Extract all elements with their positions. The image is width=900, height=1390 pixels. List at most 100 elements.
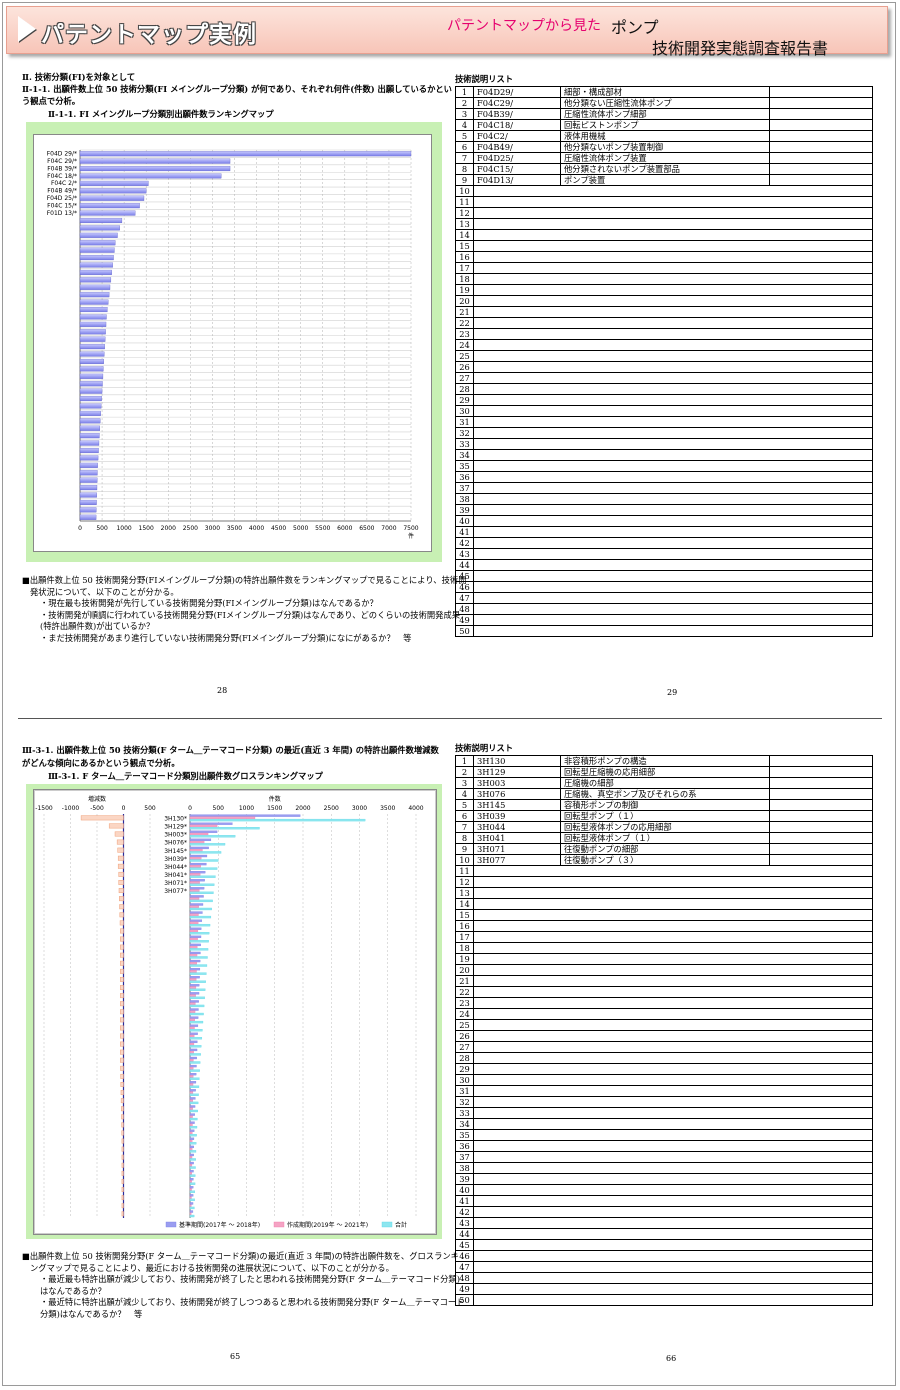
row-number: 29 [455,394,474,406]
bar [189,1056,197,1060]
tech-code [473,975,561,987]
tech-description [560,1151,770,1163]
bar [79,225,120,231]
bar [189,883,215,886]
bar [189,1069,200,1072]
list-row: 41 [455,526,873,538]
row-number: 46 [455,581,474,593]
tech-description [560,953,770,965]
x-axis-label: 件 [408,532,414,540]
bar [79,329,106,335]
row-number: 21 [455,975,474,987]
list-row: 6 3H039 回転型ポンプ（１） [455,810,873,822]
bar [79,173,222,179]
x-tick-label: 2500 [183,525,198,532]
list-row: 11 [455,865,873,877]
tech-notes [769,1250,873,1262]
tech-list-table: 1 F04D29/細部・構成部材 2 F04C29/他分類ない圧縮性流体ポンプ 3 F04… [455,86,873,637]
tech-description: 回転型圧縮機の応用細部 [560,766,770,778]
tech-code: 3H041 [473,832,561,844]
bar [189,927,202,930]
list-row: 42 [455,1206,873,1218]
bar [189,1020,204,1024]
x-tick-label: 4000 [408,805,423,812]
tech-description [560,460,770,472]
tech-description [560,482,770,494]
tech-description [560,273,770,285]
bar [189,1101,199,1105]
list-row: 4 3H076 圧縮機、真空ポンプ及びそれらの系 [455,788,873,800]
bar [189,1134,197,1137]
tech-code [473,986,561,998]
bar [189,1016,199,1019]
tech-notes [769,526,873,538]
bar [189,1034,195,1038]
x-tick-label: 5000 [293,525,308,532]
diff-bar [120,968,124,974]
tech-description [560,1096,770,1108]
bar [189,1123,193,1127]
bar [189,1147,193,1151]
list-row: 49 [455,1283,873,1295]
tech-code [473,262,561,274]
diff-bar [121,1122,124,1128]
diff-bar [121,1162,124,1168]
tech-description [560,218,770,230]
tech-description [560,570,770,582]
description-line: (特許出願件数)が出ているか？ [40,621,155,631]
tech-code [473,1008,561,1020]
bar [79,477,98,483]
x-tick-label: 6000 [337,525,352,532]
diff-bar [119,896,124,902]
bar [189,1109,198,1113]
row-number: 14 [455,229,474,241]
list-row: 40 [455,1184,873,1196]
tech-code [473,218,561,230]
diff-bar [121,1146,124,1152]
page-number-right: 66 [666,1354,677,1363]
tech-notes [769,218,873,230]
list-row: 28 [455,383,873,395]
bar [189,1032,198,1035]
row-number: 40 [455,515,474,527]
bar [189,830,218,833]
row-number: 24 [455,1008,474,1020]
bar [189,1091,194,1094]
tech-notes [769,1019,873,1031]
list-row: 35 [455,1129,873,1141]
tech-description [560,1052,770,1064]
row-number: 11 [455,865,474,877]
tech-description [560,1283,770,1295]
diff-bar [121,1170,124,1176]
x-tick-label: 1500 [267,805,282,812]
tech-description: 容積形ポンプの制御 [560,799,770,811]
bar [189,1089,196,1092]
list-row: 2 F04C29/他分類ない圧縮性流体ポンプ [455,97,873,109]
list-row: 10 [455,185,873,197]
bar [189,1131,193,1135]
list-row: 25 [455,1019,873,1031]
tech-notes [769,1217,873,1229]
tech-code [473,548,561,560]
tech-description [560,449,770,461]
list-row: 26 [455,1030,873,1042]
bar [189,857,202,860]
row-number: 21 [455,306,474,318]
tech-description: 往復動ポンプの細部 [560,843,770,855]
row-number: 5 [455,799,474,811]
list-row: 39 [455,1173,873,1185]
bar [79,232,118,238]
tech-code [473,997,561,1009]
description-line: ・まだ技術開発があまり進行していない技術開発分野(FIメイングループ分類)になに… [40,632,412,643]
row-number: 33 [455,1107,474,1119]
diff-bar [117,863,124,869]
tech-description [560,865,770,877]
list-row: 37 [455,482,873,494]
bar [189,1075,194,1078]
tech-notes [769,141,873,153]
tech-notes [769,328,873,340]
tech-notes [769,1008,873,1020]
tech-notes [769,1063,873,1075]
tech-description [560,876,770,888]
x-tick-label: 1000 [239,805,254,812]
